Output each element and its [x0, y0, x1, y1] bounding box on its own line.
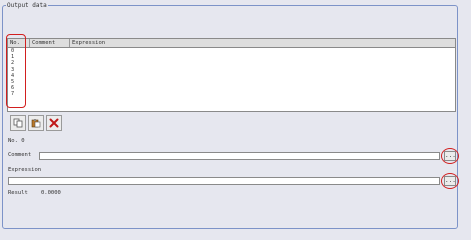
table-row[interactable]: 7 — [8, 91, 455, 97]
highlight-expression-ellipsis — [441, 173, 459, 189]
highlight-comment-ellipsis — [441, 148, 459, 164]
table-body: 01234567 — [8, 48, 455, 98]
expression-label: Expression — [8, 167, 42, 173]
result-value: 0.0000 — [41, 190, 61, 196]
comment-label: Comment — [8, 152, 32, 158]
paste-button[interactable] — [28, 115, 44, 131]
result-label: Result — [8, 190, 28, 196]
expression-field[interactable] — [8, 177, 440, 185]
comment-field[interactable] — [39, 152, 440, 160]
selected-number-label: No. 0 — [8, 138, 25, 144]
column-header-comment[interactable]: Comment — [30, 39, 70, 47]
paste-icon — [31, 119, 41, 128]
copy-button[interactable] — [10, 115, 26, 131]
highlight-no-column — [6, 34, 26, 108]
delete-x-icon — [49, 118, 59, 128]
panel-title: Output data — [6, 2, 48, 9]
table-header: No. Comment Expression — [8, 39, 455, 48]
copy-icon — [13, 118, 23, 128]
column-header-expression[interactable]: Expression — [70, 39, 455, 47]
delete-button[interactable] — [46, 115, 62, 131]
output-table[interactable]: No. Comment Expression 01234567 — [7, 38, 456, 112]
